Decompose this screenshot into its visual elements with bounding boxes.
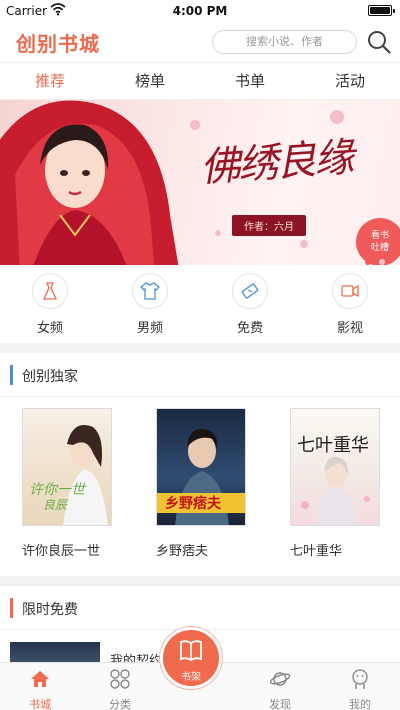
divider [0,576,400,586]
banner-illustration [0,100,179,265]
category-label: 女频 [36,321,63,336]
book-cover: 乡野痞夫 [156,408,246,526]
tab-booklists[interactable]: 书单 [200,63,300,99]
top-tabs: 推荐 榜单 书单 活动 [0,62,400,100]
section-accent-bar [10,365,13,385]
svg-text:许你一世: 许你一世 [29,482,87,498]
book-cover: 许你一世 良辰 [22,408,112,526]
promo-banner[interactable]: 佛绣良缘 作者：六月 看书 吐槽 [0,100,400,265]
status-bar: Carrier 4:00 PM [0,0,400,22]
profile-icon [352,669,368,689]
category-video[interactable]: 影视 [300,265,400,343]
nav-bookstore[interactable]: 书城 [0,663,80,710]
section-title: 创别独家 [22,369,78,385]
category-female[interactable]: 女频 [0,265,100,343]
book-item[interactable]: 乡野痞夫 乡野痞夫 [156,408,246,559]
nav-profile[interactable]: 我的 [320,663,400,710]
app-header: 创别书城 搜索小说、作者 [0,22,400,62]
category-label: 影视 [336,321,363,336]
battery-icon [368,5,395,16]
book-title: 许你良辰一世 [22,544,101,559]
home-icon [31,671,49,687]
shirt-icon [132,273,168,309]
tab-rankings[interactable]: 榜单 [100,63,200,99]
free-section-header: 限时免费 [0,586,400,630]
nav-label: 分类 [109,698,131,710]
section-accent-bar [10,598,13,618]
app-logo: 创别书城 [16,32,100,56]
divider [0,343,400,353]
tab-events[interactable]: 活动 [300,63,400,99]
search-input[interactable]: 搜索小说、作者 [212,30,357,54]
category-row: 女频 男频 免费 影视 [0,265,400,343]
clock: 4:00 PM [172,4,228,18]
ticket-icon [232,273,268,309]
nav-label: 书城 [29,698,51,710]
category-label: 男频 [136,321,163,336]
book-title: 七叶重华 [290,544,343,559]
book-item[interactable]: 七叶重华 七叶重华 [290,408,380,559]
exclusive-section-header: 创别独家 [0,353,400,397]
search-icon[interactable] [366,29,392,55]
nav-discover[interactable]: 发现 [240,663,320,710]
video-icon [332,273,368,309]
book-cover: 七叶重华 [290,408,380,526]
nav-label: 发现 [269,698,291,710]
book-icon [180,640,202,662]
banner-title: 佛绣良缘 [198,134,354,192]
banner-author: 作者：六月 [232,215,306,236]
exclusive-book-list: 许你一世 良辰 许你良辰一世 乡野痞夫 乡野痞夫 七叶重华 七叶重华 [0,398,400,573]
category-male[interactable]: 男频 [100,265,200,343]
nav-bookshelf-button[interactable]: 书架 [160,627,222,689]
carousel-dots [362,250,386,265]
nav-label: 我的 [349,698,371,710]
svg-text:七叶重华: 七叶重华 [297,435,369,456]
tab-recommend[interactable]: 推荐 [0,63,100,99]
book-title: 乡野痞夫 [156,544,209,559]
nav-categories[interactable]: 分类 [80,663,160,710]
nav-label: 书架 [181,672,201,683]
category-free[interactable]: 免费 [200,265,300,343]
category-label: 免费 [236,321,263,336]
dress-icon [32,273,68,309]
grid-icon [110,669,130,689]
svg-text:良辰: 良辰 [43,498,69,512]
section-title: 限时免费 [22,602,78,618]
svg-text:乡野痞夫: 乡野痞夫 [165,495,222,512]
book-item[interactable]: 许你一世 良辰 许你良辰一世 [22,408,112,559]
planet-icon [269,672,291,686]
